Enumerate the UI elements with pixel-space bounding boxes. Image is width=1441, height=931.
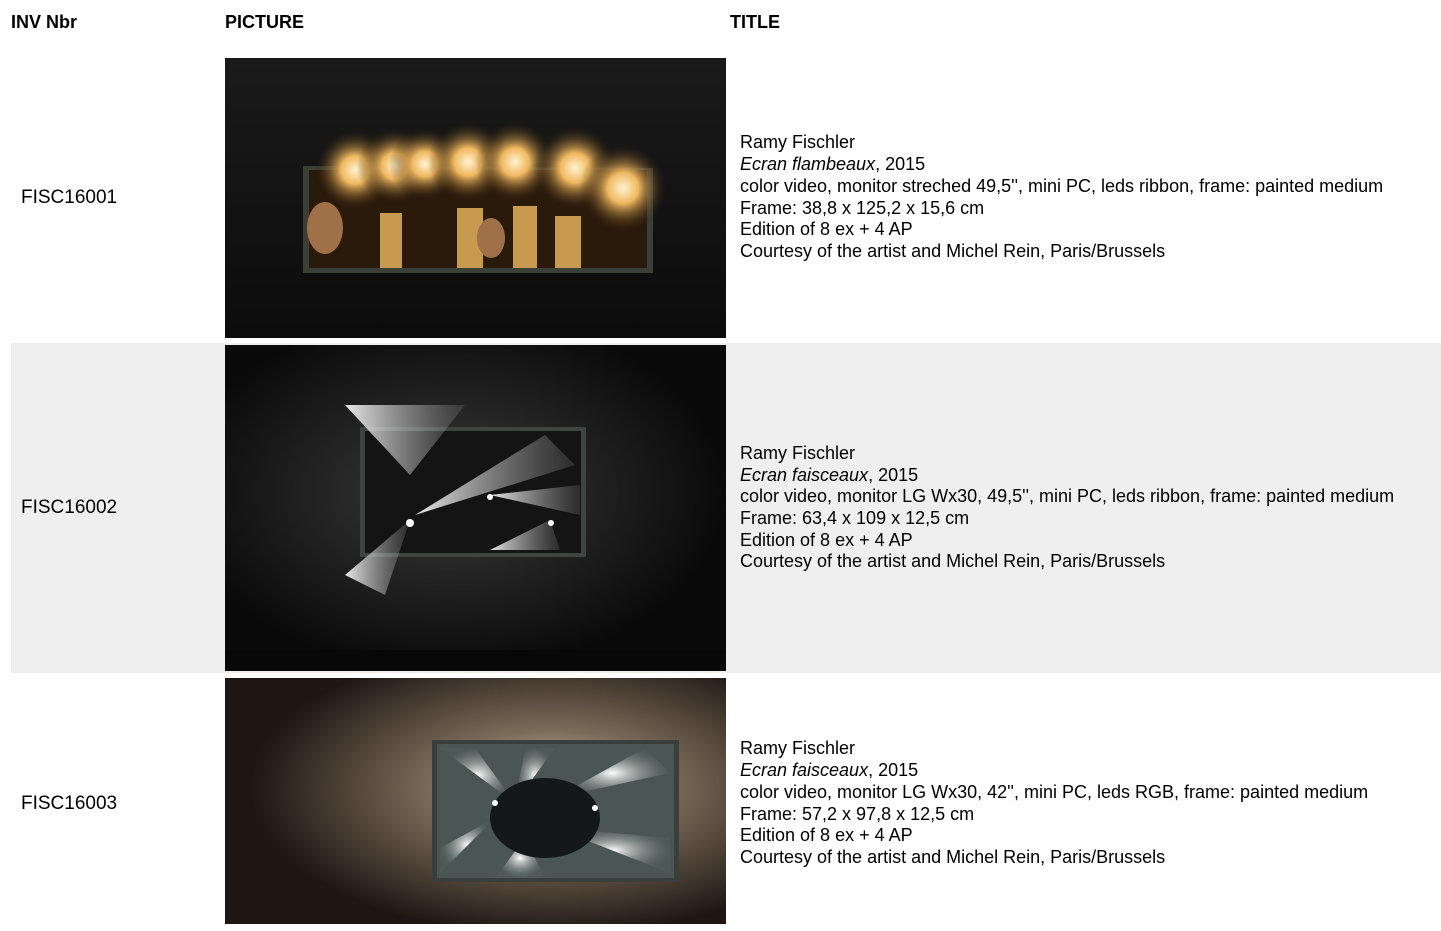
artwork-title: Ecran flambeaux (740, 154, 876, 175)
artwork-frame: Frame: 57,2 x 97,8 x 12,5 cm (740, 803, 975, 824)
artwork-photo (225, 678, 726, 924)
table-row: FISC16001 Ramy Fischler Ecran flambeaux,… (11, 55, 1441, 340)
column-header-title: TITLE (730, 12, 780, 32)
artwork-year: , 2015 (875, 154, 926, 175)
artwork-caption: Ramy Fischler Ecran flambeaux, 2015 colo… (740, 55, 1441, 340)
artwork-courtesy: Courtesy of the artist and Michel Rein, … (740, 846, 1166, 867)
artwork-edition: Edition of 8 ex + 4 AP (740, 825, 913, 846)
artwork-medium: color video, monitor streched 49,5'', mi… (740, 175, 1384, 196)
artwork-year: , 2015 (868, 760, 919, 781)
artwork-medium: color video, monitor LG Wx30, 49,5'', mi… (740, 486, 1395, 507)
artwork-courtesy: Courtesy of the artist and Michel Rein, … (740, 551, 1166, 572)
column-header-inv: INV Nbr (11, 12, 78, 32)
inv-number: FISC16002 (21, 497, 118, 518)
artist-name: Ramy Fischler (740, 132, 856, 153)
artwork-photo (225, 58, 726, 338)
inv-number: FISC16003 (21, 792, 118, 814)
artwork-edition: Edition of 8 ex + 4 AP (740, 529, 913, 550)
artwork-frame: Frame: 38,8 x 125,2 x 15,6 cm (740, 197, 985, 218)
artist-name: Ramy Fischler (740, 738, 856, 759)
artist-name: Ramy Fischler (740, 442, 856, 463)
inv-number: FISC16001 (21, 186, 118, 208)
artwork-photo (225, 345, 726, 671)
artwork-courtesy: Courtesy of the artist and Michel Rein, … (740, 240, 1166, 261)
table-row: FISC16003 Ramy Fischler Ecran faisceaux,… (11, 676, 1441, 924)
artwork-caption: Ramy Fischler Ecran faisceaux, 2015 colo… (740, 676, 1441, 931)
artwork-title: Ecran faisceaux (740, 760, 869, 781)
artwork-edition: Edition of 8 ex + 4 AP (740, 219, 913, 240)
artwork-title: Ecran faisceaux (740, 464, 869, 485)
artwork-medium: color video, monitor LG Wx30, 42'', mini… (740, 781, 1369, 802)
table-row: FISC16002 Ramy Fischler Ecran faisceaux,… (11, 343, 1441, 673)
artwork-year: , 2015 (868, 464, 919, 485)
table-header: INV Nbr PICTURE TITLE (0, 12, 1441, 34)
artwork-frame: Frame: 63,4 x 109 x 12,5 cm (740, 508, 970, 528)
column-header-picture: PICTURE (225, 12, 305, 32)
artwork-caption: Ramy Fischler Ecran faisceaux, 2015 colo… (740, 343, 1441, 673)
